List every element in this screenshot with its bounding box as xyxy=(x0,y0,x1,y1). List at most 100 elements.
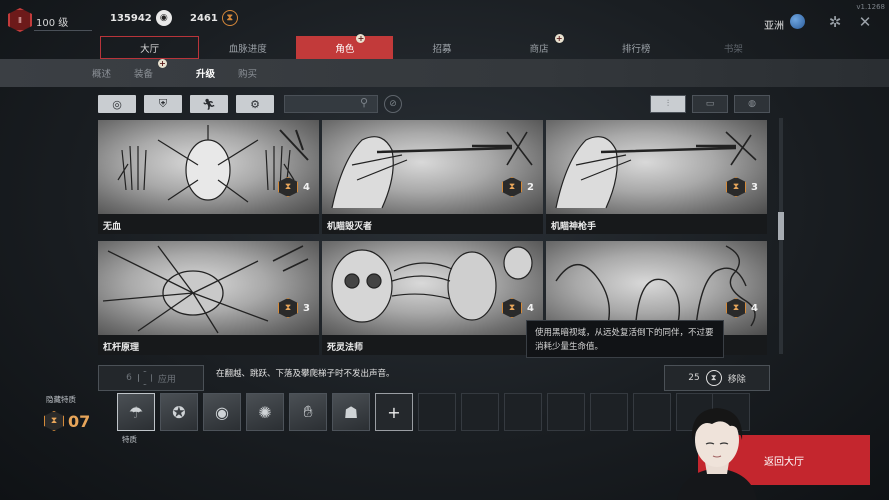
shards-icon: ⧗ xyxy=(221,10,238,26)
tab-store[interactable]: 商店 + xyxy=(491,34,588,59)
bloodpoints-icon: ◉ xyxy=(155,10,172,26)
main-nav: 大厅 血脉进度 角色 + 招募 商店 + 排行榜 书架 xyxy=(100,34,782,59)
gear-icon: ⚙ xyxy=(250,97,260,111)
tab-lobby[interactable]: 大厅 xyxy=(100,36,200,59)
perk-card[interactable]: ⧗ 2 机瞄毁灭者 xyxy=(322,120,543,234)
shield-icon: ⛨ xyxy=(158,97,168,110)
shards-icon xyxy=(137,371,152,385)
apply-label: 应用 xyxy=(157,374,176,385)
perk-art-skull-face: ⧗ 4 xyxy=(322,241,543,335)
list-view-button[interactable]: ▭ xyxy=(692,95,728,113)
bloodpoints-counter: 135942 ◉ xyxy=(110,10,172,26)
subtab-purchase[interactable]: 购买 xyxy=(238,66,257,80)
player-level: 100 级 xyxy=(36,18,69,29)
shards-icon: ⧗ xyxy=(44,411,64,431)
filter-gear-button[interactable]: ⚙ xyxy=(236,95,274,113)
close-icon[interactable]: ✕ xyxy=(857,14,873,30)
empty-slot[interactable] xyxy=(590,393,628,431)
perk-cost: 4 xyxy=(303,182,310,193)
tab-leaderboard[interactable]: 排行榜 xyxy=(588,36,685,59)
apply-button[interactable]: 6 应用 xyxy=(98,365,204,391)
empty-slot[interactable] xyxy=(633,393,671,431)
sparkle-icon: ✺ xyxy=(258,402,272,422)
perk-description: 在翻越、跳跃、下落及攀爬梯子时不发出声音。 xyxy=(216,369,395,379)
loadout-slot[interactable]: ✋︎ xyxy=(289,393,327,431)
runner-icon: 🏃︎ xyxy=(202,97,216,111)
loadout-slot[interactable]: ✺ xyxy=(246,393,284,431)
loadout-slot[interactable]: ☗ xyxy=(332,393,370,431)
bloodpoints-value: 135942 xyxy=(110,12,152,24)
scrollbar-thumb[interactable] xyxy=(778,212,784,240)
perk-art-drawing xyxy=(331,246,533,323)
empty-slot[interactable] xyxy=(461,393,499,431)
hidden-perks-label: 隐藏特质 xyxy=(46,395,76,404)
loadout-slot[interactable]: ◉ xyxy=(203,393,241,431)
perk-art-rifle-man: ⧗ 3 xyxy=(546,120,767,214)
clear-filter-icon[interactable]: ⊘ xyxy=(384,95,402,113)
avatar-drawing xyxy=(677,408,757,500)
sort-button[interactable]: ⫶ xyxy=(650,95,686,113)
tab-label: 招募 xyxy=(432,43,452,55)
list-icon: ▭ xyxy=(705,99,715,109)
perk-name: 死灵法师 xyxy=(327,343,364,353)
loadout-slot[interactable]: ☂ xyxy=(117,393,155,431)
remove-button[interactable]: 25 ⧗ 移除 xyxy=(664,365,770,391)
subtab-loadout[interactable]: 装备 xyxy=(134,66,153,80)
perk-art-brain-burst: ⧗ 3 xyxy=(98,241,319,335)
level-underline xyxy=(34,30,92,31)
perk-art-hands-face: ⧗ 4 xyxy=(98,120,319,214)
perk-art-drawing xyxy=(331,131,533,209)
tab-archives[interactable]: 书架 xyxy=(685,36,782,59)
shards-counter: 2461 ⧗ xyxy=(190,10,238,26)
filter-runner-button[interactable]: 🏃︎ xyxy=(190,95,228,113)
tab-label: 大厅 xyxy=(140,43,160,55)
tab-bloodweb[interactable]: 血脉进度 xyxy=(199,36,296,59)
subtab-upgrade[interactable]: 升级 xyxy=(196,66,215,80)
parachute-icon: ☂ xyxy=(128,402,144,422)
empty-slot[interactable] xyxy=(504,393,542,431)
tab-label: 商店 xyxy=(529,43,549,55)
hidden-perks-count: 07 xyxy=(68,412,91,431)
perk-card[interactable]: ⧗ 3 杠杆原理 xyxy=(98,241,319,355)
eye-icon: ◉ xyxy=(215,402,229,422)
filter-shield-button[interactable]: ⛨ xyxy=(144,95,182,113)
chat-filter-button[interactable]: ◍ xyxy=(734,95,770,113)
region-label[interactable]: 亚洲 xyxy=(764,17,784,32)
notification-badge: + xyxy=(158,59,167,68)
search-icon: ⚲ xyxy=(360,96,369,109)
perk-cost: 4 xyxy=(751,303,758,314)
hand-icon: ✋︎ xyxy=(303,402,313,421)
apply-count: 6 xyxy=(126,373,132,383)
filter-target-button[interactable]: ◎ xyxy=(98,95,136,113)
perk-name: 无血 xyxy=(103,222,122,232)
empty-slot[interactable] xyxy=(547,393,585,431)
notification-badge: + xyxy=(356,34,366,43)
rank-icon-text: Ⅱ xyxy=(18,15,22,25)
globe-icon[interactable] xyxy=(790,14,805,29)
loadout-slot[interactable]: ✪ xyxy=(160,393,198,431)
subtab-overview[interactable]: 概述 xyxy=(92,66,111,80)
chat-icon: ◍ xyxy=(748,99,756,109)
tab-character[interactable]: 角色 + xyxy=(296,34,394,59)
perk-card[interactable]: ⧗ 4 无血 xyxy=(98,120,319,234)
shards-icon: ⧗ xyxy=(705,370,722,386)
shards-value: 2461 xyxy=(190,12,218,24)
perk-card[interactable]: ⧗ 3 机瞄神枪手 xyxy=(546,120,767,234)
tab-label: 书架 xyxy=(723,43,743,55)
perk-card[interactable]: ⧗ 4 死灵法师 xyxy=(322,241,543,355)
streamer-avatar xyxy=(672,402,762,500)
empty-slot[interactable] xyxy=(418,393,456,431)
perk-name: 机瞄毁灭者 xyxy=(327,222,373,232)
remove-count: 25 xyxy=(688,373,700,383)
tab-recruit[interactable]: 招募 xyxy=(393,36,490,59)
tab-label: 排行榜 xyxy=(622,43,651,55)
perk-tooltip: 使用黑暗视域，从远处复活倒下的同伴，不过要消耗少量生命值。 xyxy=(526,320,724,358)
rank-hex-icon: Ⅱ xyxy=(8,8,32,32)
perk-art-rifle-man: ⧗ 2 xyxy=(322,120,543,214)
remove-label: 移除 xyxy=(727,374,746,385)
perk-art-drawing xyxy=(555,131,757,209)
perk-cost: 3 xyxy=(303,303,310,314)
add-perk-button[interactable]: + xyxy=(375,393,413,431)
tab-label: 角色 xyxy=(335,43,355,55)
game-wheel-icon[interactable]: ✲ xyxy=(827,14,843,30)
